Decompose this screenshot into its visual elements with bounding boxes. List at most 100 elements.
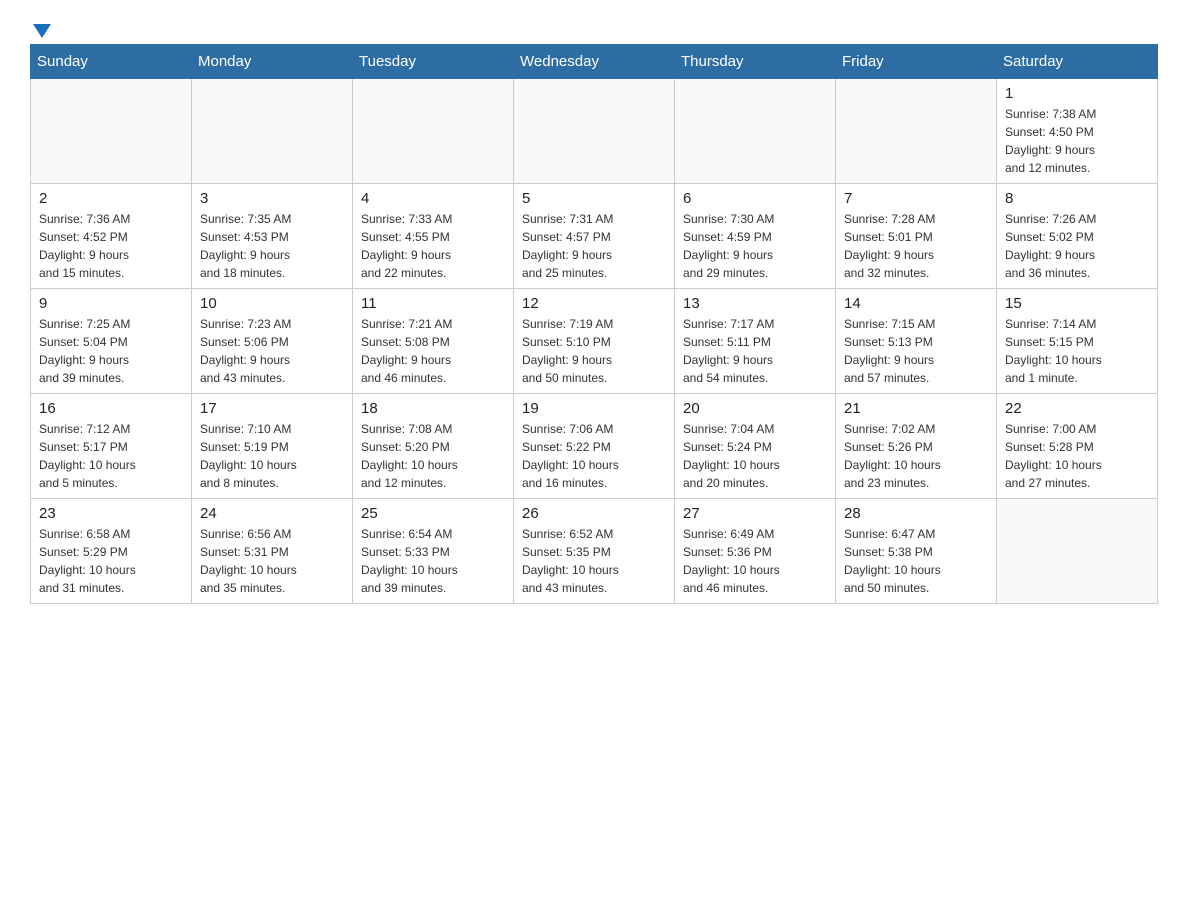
logo-triangle-icon — [33, 24, 51, 38]
calendar-cell — [675, 79, 836, 184]
day-info: Sunrise: 7:08 AM Sunset: 5:20 PM Dayligh… — [361, 420, 505, 492]
day-number: 25 — [361, 505, 505, 522]
day-info: Sunrise: 7:30 AM Sunset: 4:59 PM Dayligh… — [683, 210, 827, 282]
day-number: 5 — [522, 190, 666, 207]
calendar-cell — [997, 499, 1158, 604]
calendar-cell: 15 Sunrise: 7:14 AM Sunset: 5:15 PM Dayli… — [997, 289, 1158, 394]
weekday-header-saturday: Saturday — [997, 45, 1158, 79]
day-number: 15 — [1005, 295, 1149, 312]
day-info: Sunrise: 7:28 AM Sunset: 5:01 PM Dayligh… — [844, 210, 988, 282]
calendar-cell: 17 Sunrise: 7:10 AM Sunset: 5:19 PM Dayli… — [192, 394, 353, 499]
day-number: 1 — [1005, 85, 1149, 102]
calendar-cell: 20 Sunrise: 7:04 AM Sunset: 5:24 PM Dayli… — [675, 394, 836, 499]
day-number: 12 — [522, 295, 666, 312]
logo — [30, 20, 51, 34]
day-info: Sunrise: 7:36 AM Sunset: 4:52 PM Dayligh… — [39, 210, 183, 282]
calendar-week-row: 16 Sunrise: 7:12 AM Sunset: 5:17 PM Dayli… — [31, 394, 1158, 499]
calendar-cell: 4 Sunrise: 7:33 AM Sunset: 4:55 PM Daylig… — [353, 184, 514, 289]
calendar-cell: 16 Sunrise: 7:12 AM Sunset: 5:17 PM Dayli… — [31, 394, 192, 499]
calendar-cell — [514, 79, 675, 184]
weekday-header-sunday: Sunday — [31, 45, 192, 79]
day-number: 21 — [844, 400, 988, 417]
weekday-header-tuesday: Tuesday — [353, 45, 514, 79]
day-info: Sunrise: 7:12 AM Sunset: 5:17 PM Dayligh… — [39, 420, 183, 492]
day-info: Sunrise: 7:26 AM Sunset: 5:02 PM Dayligh… — [1005, 210, 1149, 282]
calendar-cell: 23 Sunrise: 6:58 AM Sunset: 5:29 PM Dayli… — [31, 499, 192, 604]
page-header — [30, 20, 1158, 34]
calendar-week-row: 2 Sunrise: 7:36 AM Sunset: 4:52 PM Daylig… — [31, 184, 1158, 289]
calendar-cell: 11Sunrise: 7:21 AM Sunset: 5:08 PM Dayli… — [353, 289, 514, 394]
day-number: 19 — [522, 400, 666, 417]
calendar-cell: 7 Sunrise: 7:28 AM Sunset: 5:01 PM Daylig… — [836, 184, 997, 289]
day-info: Sunrise: 7:15 AM Sunset: 5:13 PM Dayligh… — [844, 315, 988, 387]
calendar-cell: 26Sunrise: 6:52 AM Sunset: 5:35 PM Dayli… — [514, 499, 675, 604]
day-number: 27 — [683, 505, 827, 522]
calendar-week-row: 23 Sunrise: 6:58 AM Sunset: 5:29 PM Dayli… — [31, 499, 1158, 604]
weekday-header-monday: Monday — [192, 45, 353, 79]
calendar-cell: 24 Sunrise: 6:56 AM Sunset: 5:31 PM Dayli… — [192, 499, 353, 604]
day-number: 22 — [1005, 400, 1149, 417]
calendar-cell — [353, 79, 514, 184]
day-info: Sunrise: 7:23 AM Sunset: 5:06 PM Dayligh… — [200, 315, 344, 387]
day-info: Sunrise: 7:38 AM Sunset: 4:50 PM Dayligh… — [1005, 105, 1149, 177]
calendar-cell: 5 Sunrise: 7:31 AM Sunset: 4:57 PM Daylig… — [514, 184, 675, 289]
day-number: 23 — [39, 505, 183, 522]
day-info: Sunrise: 7:06 AM Sunset: 5:22 PM Dayligh… — [522, 420, 666, 492]
calendar-cell: 2 Sunrise: 7:36 AM Sunset: 4:52 PM Daylig… — [31, 184, 192, 289]
day-info: Sunrise: 6:54 AM Sunset: 5:33 PM Dayligh… — [361, 525, 505, 597]
day-info: Sunrise: 6:58 AM Sunset: 5:29 PM Dayligh… — [39, 525, 183, 597]
calendar-cell: 21 Sunrise: 7:02 AM Sunset: 5:26 PM Dayli… — [836, 394, 997, 499]
calendar-cell: 10 Sunrise: 7:23 AM Sunset: 5:06 PM Dayli… — [192, 289, 353, 394]
day-info: Sunrise: 7:04 AM Sunset: 5:24 PM Dayligh… — [683, 420, 827, 492]
calendar-cell: 6 Sunrise: 7:30 AM Sunset: 4:59 PM Daylig… — [675, 184, 836, 289]
day-info: Sunrise: 7:00 AM Sunset: 5:28 PM Dayligh… — [1005, 420, 1149, 492]
calendar-cell: 28 Sunrise: 6:47 AM Sunset: 5:38 PM Dayli… — [836, 499, 997, 604]
day-number: 26 — [522, 505, 666, 522]
day-info: Sunrise: 6:47 AM Sunset: 5:38 PM Dayligh… — [844, 525, 988, 597]
day-info: Sunrise: 7:17 AM Sunset: 5:11 PM Dayligh… — [683, 315, 827, 387]
calendar-cell: 13 Sunrise: 7:17 AM Sunset: 5:11 PM Dayli… — [675, 289, 836, 394]
calendar-table: SundayMondayTuesdayWednesdayThursdayFrid… — [30, 44, 1158, 604]
calendar-cell: 3 Sunrise: 7:35 AM Sunset: 4:53 PM Daylig… — [192, 184, 353, 289]
day-info: Sunrise: 6:49 AM Sunset: 5:36 PM Dayligh… — [683, 525, 827, 597]
day-info: Sunrise: 6:56 AM Sunset: 5:31 PM Dayligh… — [200, 525, 344, 597]
day-info: Sunrise: 7:21 AM Sunset: 5:08 PM Dayligh… — [361, 315, 505, 387]
calendar-cell: 1 Sunrise: 7:38 AM Sunset: 4:50 PM Daylig… — [997, 79, 1158, 184]
day-number: 3 — [200, 190, 344, 207]
day-number: 17 — [200, 400, 344, 417]
day-info: Sunrise: 7:14 AM Sunset: 5:15 PM Dayligh… — [1005, 315, 1149, 387]
day-info: Sunrise: 7:33 AM Sunset: 4:55 PM Dayligh… — [361, 210, 505, 282]
day-number: 16 — [39, 400, 183, 417]
calendar-cell: 18Sunrise: 7:08 AM Sunset: 5:20 PM Dayli… — [353, 394, 514, 499]
day-info: Sunrise: 7:25 AM Sunset: 5:04 PM Dayligh… — [39, 315, 183, 387]
calendar-cell: 19 Sunrise: 7:06 AM Sunset: 5:22 PM Dayli… — [514, 394, 675, 499]
day-number: 10 — [200, 295, 344, 312]
day-info: Sunrise: 7:10 AM Sunset: 5:19 PM Dayligh… — [200, 420, 344, 492]
calendar-cell: 27 Sunrise: 6:49 AM Sunset: 5:36 PM Dayli… — [675, 499, 836, 604]
day-number: 20 — [683, 400, 827, 417]
day-info: Sunrise: 7:19 AM Sunset: 5:10 PM Dayligh… — [522, 315, 666, 387]
day-number: 9 — [39, 295, 183, 312]
day-info: Sunrise: 7:02 AM Sunset: 5:26 PM Dayligh… — [844, 420, 988, 492]
calendar-week-row: 9 Sunrise: 7:25 AM Sunset: 5:04 PM Daylig… — [31, 289, 1158, 394]
day-number: 28 — [844, 505, 988, 522]
calendar-cell — [836, 79, 997, 184]
day-info: Sunrise: 7:35 AM Sunset: 4:53 PM Dayligh… — [200, 210, 344, 282]
calendar-week-row: 1 Sunrise: 7:38 AM Sunset: 4:50 PM Daylig… — [31, 79, 1158, 184]
day-number: 2 — [39, 190, 183, 207]
day-number: 7 — [844, 190, 988, 207]
weekday-header-wednesday: Wednesday — [514, 45, 675, 79]
calendar-header-row: SundayMondayTuesdayWednesdayThursdayFrid… — [31, 45, 1158, 79]
weekday-header-friday: Friday — [836, 45, 997, 79]
day-number: 24 — [200, 505, 344, 522]
day-number: 4 — [361, 190, 505, 207]
day-number: 13 — [683, 295, 827, 312]
day-number: 8 — [1005, 190, 1149, 207]
day-number: 6 — [683, 190, 827, 207]
calendar-cell: 9 Sunrise: 7:25 AM Sunset: 5:04 PM Daylig… — [31, 289, 192, 394]
day-info: Sunrise: 7:31 AM Sunset: 4:57 PM Dayligh… — [522, 210, 666, 282]
calendar-cell: 14Sunrise: 7:15 AM Sunset: 5:13 PM Dayli… — [836, 289, 997, 394]
calendar-cell: 12 Sunrise: 7:19 AM Sunset: 5:10 PM Dayli… — [514, 289, 675, 394]
calendar-cell — [192, 79, 353, 184]
weekday-header-thursday: Thursday — [675, 45, 836, 79]
